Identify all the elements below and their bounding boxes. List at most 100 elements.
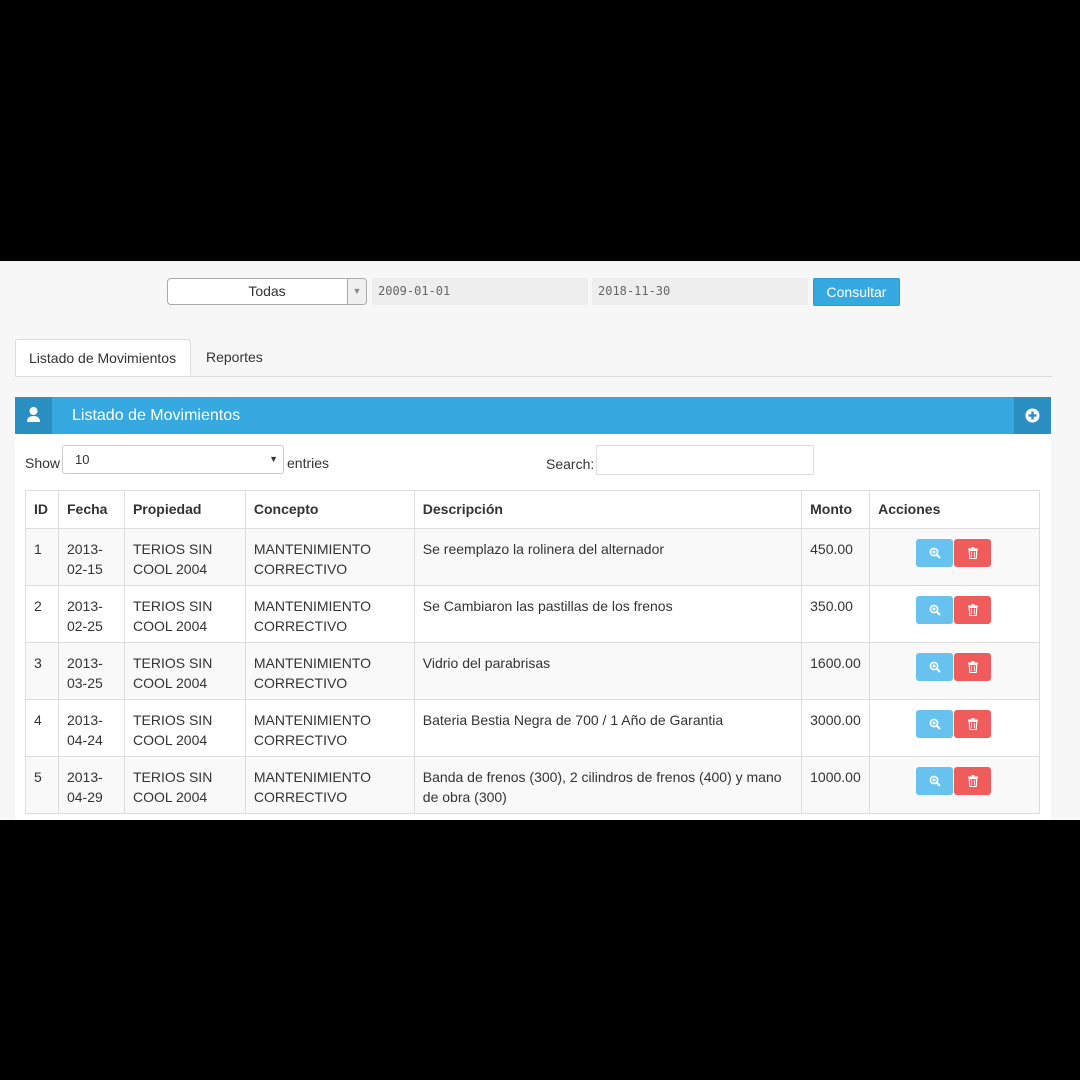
delete-button[interactable] [954,653,992,681]
trash-icon [967,661,978,673]
fecha-day: 03-25 [66,675,103,691]
show-label: Show [25,455,61,471]
delete-button[interactable] [954,596,992,624]
column-header-acciones: Acciones [869,490,1040,529]
fecha-day: 02-25 [66,618,103,634]
column-header-id[interactable]: ID [25,490,59,529]
fecha-year: 2013- [66,598,103,614]
view-button[interactable] [916,596,954,624]
property-select[interactable]: Todas ▼ [167,278,367,305]
concepto-line-2: CORRECTIVO [253,789,348,805]
cell-id: 1 [25,528,59,586]
propiedad-line-1: TERIOS SIN [132,655,213,671]
delete-button[interactable] [954,710,992,738]
propiedad-line-1: TERIOS SIN [132,712,213,728]
cell-monto: 1600.00 [801,642,871,700]
tab-listado-movimientos[interactable]: Listado de Movimientos [15,339,191,376]
cell-propiedad: TERIOS SIN COOL 2004 [123,699,246,757]
cell-acciones [869,585,1040,643]
delete-button[interactable] [954,539,992,567]
trash-icon [967,775,978,787]
cell-descripcion: Se Cambiaron las pastillas de los frenos [413,585,803,643]
view-button[interactable] [916,710,954,738]
propiedad-line-2: COOL 2004 [132,618,208,634]
cell-descripcion: Bateria Bestia Negra de 700 / 1 Año de G… [413,699,803,757]
cell-concepto: MANTENIMIENTO CORRECTIVO [244,699,415,757]
propiedad-line-1: TERIOS SIN [132,598,213,614]
cell-concepto: MANTENIMIENTO CORRECTIVO [244,642,415,700]
cell-propiedad: TERIOS SIN COOL 2004 [123,642,246,700]
view-button[interactable] [916,767,954,795]
zoom-in-icon [929,775,941,787]
table-row: 5 2013- 04-29 TERIOS SIN COOL 2004 MANTENI… [25,756,1040,814]
cell-acciones [869,528,1040,586]
cell-acciones [869,699,1040,757]
trash-icon [967,547,978,559]
app-screen: Todas ▼ 2009-01-01 2018-11-30 Consultar … [0,261,1080,820]
tab-bar: Listado de Movimientos Reportes [15,339,1052,377]
table-row: 2 2013- 02-25 TERIOS SIN COOL 2004 MANTENI… [25,585,1040,643]
column-header-monto[interactable]: Monto [801,490,871,529]
panel-header: Listado de Movimientos [15,397,1051,434]
cell-fecha: 2013- 02-15 [57,528,125,586]
column-header-concepto[interactable]: Concepto [244,490,415,529]
consultar-button[interactable]: Consultar [813,278,900,306]
search-input[interactable] [596,445,814,475]
fecha-year: 2013- [66,541,103,557]
view-button[interactable] [916,653,954,681]
date-from-input[interactable]: 2009-01-01 [372,278,588,305]
cell-descripcion: Se reemplazo la rolinera del alternador [413,528,803,586]
panel-title: Listado de Movimientos [72,407,241,424]
search-label: Search: [546,456,595,472]
zoom-in-icon [929,604,941,616]
cell-fecha: 2013- 04-29 [57,756,125,814]
propiedad-line-2: COOL 2004 [132,675,208,691]
table-header-row: ID Fecha Propiedad Concepto Descripción … [25,490,1040,529]
cell-id: 4 [25,699,59,757]
concepto-line-1: MANTENIMIENTO [253,655,372,671]
concepto-line-1: MANTENIMIENTO [253,541,372,557]
plus-circle-icon[interactable] [1014,397,1051,434]
cell-propiedad: TERIOS SIN COOL 2004 [123,528,246,586]
propiedad-line-1: TERIOS SIN [132,769,213,785]
cell-monto: 350.00 [801,585,871,643]
cell-acciones [869,642,1040,700]
cell-fecha: 2013- 02-25 [57,585,125,643]
table-row: 4 2013- 04-24 TERIOS SIN COOL 2004 MANTENI… [25,699,1040,757]
delete-button[interactable] [954,767,992,795]
column-header-fecha[interactable]: Fecha [57,490,125,529]
zoom-in-icon [929,547,941,559]
concepto-line-1: MANTENIMIENTO [253,769,372,785]
cell-id: 5 [25,756,59,814]
column-header-propiedad[interactable]: Propiedad [123,490,246,529]
cell-fecha: 2013- 03-25 [57,642,125,700]
view-button[interactable] [916,539,954,567]
user-icon [15,397,52,434]
zoom-in-icon [929,718,941,730]
column-header-descripcion[interactable]: Descripción [413,490,803,529]
movements-table: ID Fecha Propiedad Concepto Descripción … [25,490,1040,814]
entries-select-value: 10 [75,452,90,467]
cell-propiedad: TERIOS SIN COOL 2004 [123,756,246,814]
propiedad-line-1: TERIOS SIN [132,541,213,557]
trash-icon [967,718,978,730]
cell-monto: 3000.00 [801,699,871,757]
fecha-day: 04-24 [66,732,103,748]
date-to-input[interactable]: 2018-11-30 [592,278,808,305]
propiedad-line-2: COOL 2004 [132,789,208,805]
propiedad-line-2: COOL 2004 [132,561,208,577]
entries-select[interactable]: 10 ▼ [62,445,284,474]
panel-body: Show 10 ▼ entries Search: ID Fecha Propi… [15,434,1051,820]
cell-descripcion: Vidrio del parabrisas [413,642,803,700]
concepto-line-2: CORRECTIVO [253,675,348,691]
concepto-line-1: MANTENIMIENTO [253,598,372,614]
concepto-line-2: CORRECTIVO [253,618,348,634]
fecha-year: 2013- [66,712,103,728]
chevron-down-icon[interactable]: ▼ [347,279,366,304]
fecha-day: 04-29 [66,789,103,805]
property-select-value: Todas [248,283,286,299]
tab-reportes[interactable]: Reportes [193,339,276,376]
concepto-line-2: CORRECTIVO [253,732,348,748]
cell-acciones [869,756,1040,814]
concepto-line-1: MANTENIMIENTO [253,712,372,728]
